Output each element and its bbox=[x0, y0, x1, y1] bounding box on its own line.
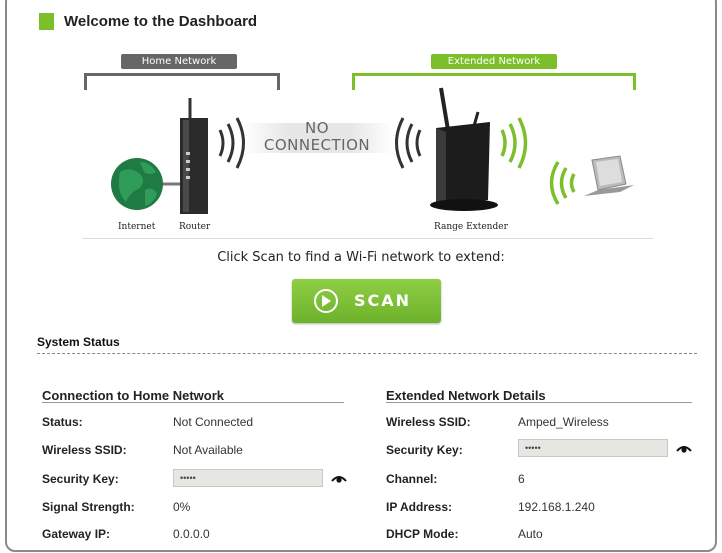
internet-globe-icon bbox=[111, 158, 182, 210]
range-extender-icon bbox=[430, 87, 498, 211]
ext-security-key-field[interactable]: ••••• bbox=[518, 439, 668, 457]
home-status-label: Status: bbox=[42, 415, 83, 429]
ext-ip-value: 192.168.1.240 bbox=[518, 500, 595, 514]
home-gateway-label: Gateway IP: bbox=[42, 527, 111, 541]
network-diagram bbox=[111, 87, 634, 214]
ext-key-label: Security Key: bbox=[386, 443, 463, 457]
internet-label: Internet bbox=[118, 222, 156, 232]
ext-ssid-value: Amped_Wireless bbox=[518, 415, 609, 429]
extender-signal-right-icon bbox=[500, 117, 528, 169]
home-connection-underline bbox=[42, 402, 344, 403]
home-status-value: Not Connected bbox=[173, 415, 254, 429]
home-gateway-value: 0.0.0.0 bbox=[173, 527, 210, 541]
laptop-icon bbox=[584, 155, 634, 196]
extended-details-underline bbox=[386, 402, 692, 403]
diagram-divider bbox=[82, 238, 653, 239]
extended-details-title: Extended Network Details bbox=[386, 388, 546, 403]
system-status-divider bbox=[37, 353, 697, 354]
ext-channel-value: 6 bbox=[518, 472, 525, 486]
ext-dhcp-label: DHCP Mode: bbox=[386, 527, 459, 541]
home-security-key-field[interactable]: ••••• bbox=[173, 469, 323, 487]
laptop-signal-icon bbox=[549, 161, 576, 205]
scan-button-label: SCAN bbox=[354, 291, 412, 310]
ext-dhcp-value: Auto bbox=[518, 527, 543, 541]
scan-button[interactable]: SCAN bbox=[292, 279, 441, 323]
scan-instruction: Click Scan to find a Wi-Fi network to ex… bbox=[217, 250, 505, 265]
system-status-title: System Status bbox=[37, 335, 120, 349]
ext-channel-label: Channel: bbox=[386, 472, 438, 486]
router-signal-icon bbox=[218, 117, 245, 169]
router-label: Router bbox=[179, 222, 211, 232]
home-signal-label: Signal Strength: bbox=[42, 500, 135, 514]
home-ssid-label: Wireless SSID: bbox=[42, 443, 127, 457]
router-icon bbox=[180, 98, 208, 214]
home-signal-value: 0% bbox=[173, 500, 191, 514]
ext-ssid-label: Wireless SSID: bbox=[386, 415, 471, 429]
ext-ip-label: IP Address: bbox=[386, 500, 453, 514]
home-show-key-eye-icon[interactable] bbox=[331, 474, 347, 484]
play-icon bbox=[322, 295, 331, 307]
home-key-label: Security Key: bbox=[42, 472, 119, 486]
home-connection-title: Connection to Home Network bbox=[42, 388, 225, 403]
range-extender-label: Range Extender bbox=[434, 222, 508, 232]
home-ssid-value: Not Available bbox=[173, 443, 243, 457]
extender-signal-left-icon bbox=[395, 117, 422, 169]
ext-show-key-eye-icon[interactable] bbox=[676, 444, 692, 454]
